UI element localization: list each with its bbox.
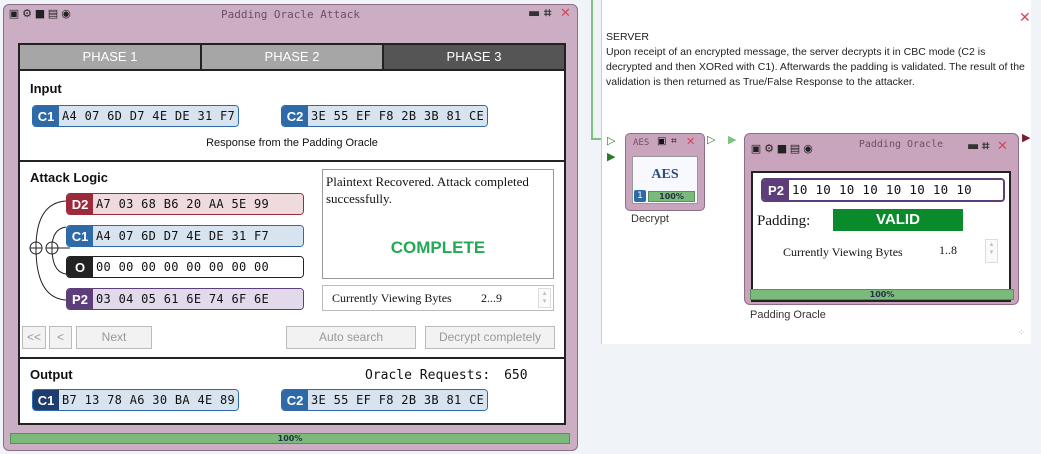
padding-valid-badge: VALID (833, 209, 963, 231)
status-box: Plaintext Recovered. Attack completed su… (322, 169, 554, 279)
p2-tag: P2 (763, 180, 789, 200)
c2-tag: C2 (282, 390, 308, 410)
viewing-bytes-box: Currently Viewing Bytes 2...9 ▴ ▾ (322, 285, 554, 311)
decrypt-completely-button[interactable]: Decrypt completely (425, 326, 555, 349)
o-bytes: 00 00 00 00 00 00 00 00 (93, 257, 303, 277)
p2-bytes: 10 10 10 10 10 10 10 10 (789, 180, 1003, 200)
server-description: Upon receipt of an encrypted message, th… (606, 46, 1025, 88)
close-icon[interactable]: ✕ (1019, 10, 1031, 26)
c2-tag: C2 (282, 106, 308, 126)
aes-progress-bar: 100% (648, 191, 695, 202)
close-icon[interactable]: ✕ (997, 140, 1008, 154)
tab-phase-2[interactable]: PHASE 2 (202, 45, 384, 69)
d2-bytes: A7 03 68 B6 20 AA 5E 99 (93, 194, 303, 214)
auto-search-button[interactable]: Auto search (286, 326, 416, 349)
phase-tabs: PHASE 1 PHASE 2 PHASE 3 (20, 45, 564, 71)
padding-label: Padding: (757, 213, 811, 229)
o-block: O 00 00 00 00 00 00 00 00 (66, 256, 304, 278)
window-titlebar[interactable]: ▣ ⚙ ■ ▤ ◉ Padding Oracle Attack ▬ ⌗ ✕ (4, 5, 577, 25)
d2-tag: D2 (67, 194, 93, 214)
connector-arrow-icon: ▶ (607, 150, 616, 163)
attack-panel: PHASE 1 PHASE 2 PHASE 3 Input C1 A4 07 6… (18, 43, 566, 425)
resize-grip-icon[interactable]: ⁘ (1018, 328, 1025, 337)
padding-oracle-attack-window: ▣ ⚙ ■ ▤ ◉ Padding Oracle Attack ▬ ⌗ ✕ PH… (3, 4, 578, 451)
d2-block: D2 A7 03 68 B6 20 AA 5E 99 (66, 193, 304, 215)
minimize-icon[interactable]: ▬ (967, 140, 979, 154)
maximize-icon[interactable]: ⌗ (982, 140, 989, 154)
padding-oracle-panel: P2 10 10 10 10 10 10 10 10 Padding: VALI… (751, 171, 1011, 302)
connector-line (591, 0, 593, 140)
p2-block: P2 03 04 05 61 6E 74 6F 6E (66, 288, 304, 310)
server-text: SERVER Upon receipt of an encrypted mess… (606, 30, 1026, 90)
viewing-bytes-range: 2...9 (481, 291, 502, 305)
minimize-icon[interactable]: ▬ (528, 7, 540, 21)
p2-bytes: 03 04 05 61 6E 74 6F 6E (93, 289, 303, 309)
connector-arrow-icon: ▶ (728, 133, 737, 146)
gear-icon[interactable]: ⚙ (763, 143, 775, 155)
close-icon[interactable]: ✕ (560, 7, 571, 21)
output-c2-block: C2 3E 55 EF F8 2B 3B 81 CE (281, 389, 489, 411)
prev-button[interactable]: < (49, 326, 72, 349)
divider (20, 357, 564, 359)
oracle-title: Padding Oracle (858, 139, 944, 150)
aes-component[interactable]: AES ▣ ⌗ ✕ AES 1 100% (625, 133, 705, 211)
image-icon[interactable]: ▣ (750, 143, 762, 155)
viewing-bytes-stepper[interactable]: ▴ ▾ (538, 288, 551, 308)
attack-logic-title: Attack Logic (30, 170, 109, 185)
output-title: Output (30, 367, 73, 382)
c1-tag: C1 (67, 226, 93, 246)
main-progress-bar: 100% (10, 433, 570, 444)
c1-bytes: A4 07 6D D7 4E DE 31 F7 (59, 106, 239, 126)
input-c2-block: C2 3E 55 EF F8 2B 3B 81 CE (281, 105, 489, 127)
maximize-icon[interactable]: ⌗ (544, 7, 551, 21)
connector-arrow-icon: ▷ (707, 133, 716, 146)
window-title: Padding Oracle Attack (220, 8, 361, 21)
p2-tag: P2 (67, 289, 93, 309)
output-c1-block: C1 B7 13 78 A6 30 BA 4E 89 (32, 389, 240, 411)
viewing-bytes-range: 1..8 (939, 243, 957, 257)
c1-tag: C1 (33, 106, 59, 126)
o-tag: O (67, 257, 93, 277)
oracle-caption: Padding Oracle (750, 309, 826, 321)
server-title: SERVER (606, 31, 649, 43)
oracle-p2-block: P2 10 10 10 10 10 10 10 10 (761, 178, 1005, 202)
document-icon[interactable]: ▤ (789, 143, 801, 155)
divider (20, 160, 564, 162)
aes-icon: AES 1 100% (632, 156, 698, 204)
c1-bytes: A4 07 6D D7 4E DE 31 F7 (93, 226, 303, 246)
c1-tag: C1 (33, 390, 59, 410)
connector-arrow-icon: ▶ (1022, 131, 1031, 144)
viewing-bytes-label: Currently Viewing Bytes (783, 245, 903, 259)
viewing-bytes-stepper[interactable]: ▴ ▾ (985, 239, 998, 263)
connector-arrow-icon: ▷ (607, 134, 616, 147)
oracle-requests-value: 650 (504, 368, 528, 383)
stop-icon[interactable]: ▣ (657, 136, 666, 147)
next-button[interactable]: Next (76, 326, 152, 349)
first-button[interactable]: << (22, 326, 46, 349)
status-complete: COMPLETE (390, 238, 486, 257)
c2-bytes: 3E 55 EF F8 2B 3B 81 CE (308, 390, 488, 410)
help-icon[interactable]: ◉ (802, 143, 814, 155)
status-text: Plaintext Recovered. Attack completed su… (326, 174, 529, 206)
aes-caption: Decrypt (631, 213, 669, 225)
c2-bytes: 3E 55 EF F8 2B 3B 81 CE (308, 106, 488, 126)
padding-oracle-component: ▣ ⚙ ■ ▤ ◉ Padding Oracle ▬ ⌗ ✕ P2 10 10 … (744, 133, 1019, 305)
tab-phase-1[interactable]: PHASE 1 (20, 45, 202, 69)
input-c1-block: C1 A4 07 6D D7 4E DE 31 F7 (32, 105, 240, 127)
tab-phase-3[interactable]: PHASE 3 (384, 45, 564, 69)
aes-icon-text: AES (651, 167, 679, 182)
oracle-progress-bar: 100% (750, 289, 1014, 300)
aes-title: AES (633, 138, 650, 148)
viewing-bytes-label: Currently Viewing Bytes (332, 291, 452, 305)
input-title: Input (30, 81, 62, 96)
response-label: Response from the Padding Oracle (206, 137, 378, 149)
oracle-requests-label: Oracle Requests: (365, 368, 491, 383)
maximize-icon[interactable]: ⌗ (671, 136, 677, 147)
attack-c1-block: C1 A4 07 6D D7 4E DE 31 F7 (66, 225, 304, 247)
stop-icon[interactable]: ■ (776, 143, 788, 155)
c1-bytes: B7 13 78 A6 30 BA 4E 89 (59, 390, 239, 410)
close-icon[interactable]: ✕ (686, 135, 695, 148)
aes-badge: 1 (634, 190, 646, 202)
oracle-requests: Oracle Requests: 650 (365, 368, 528, 383)
